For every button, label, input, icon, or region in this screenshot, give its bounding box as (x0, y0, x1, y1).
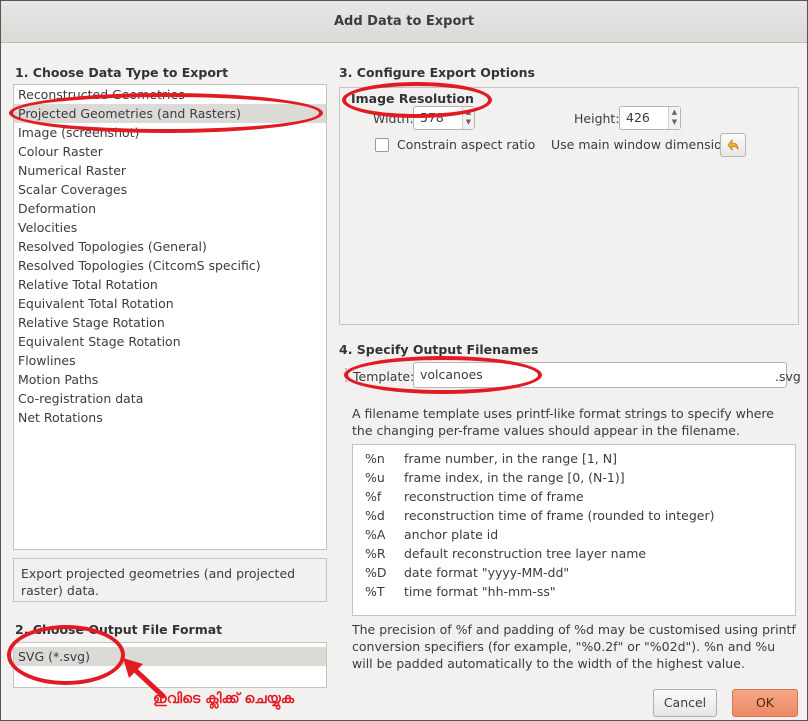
specifier-row: %T time format "hh-mm-ss" (353, 582, 795, 601)
data-type-item[interactable]: Relative Total Rotation (14, 275, 326, 294)
data-type-item[interactable]: Equivalent Total Rotation (14, 294, 326, 313)
main-window-dimensions-label: Use main window dimensions: (551, 137, 741, 152)
data-type-item[interactable]: Motion Paths (14, 370, 326, 389)
file-format-item[interactable]: SVG (*.svg) (14, 647, 326, 666)
data-type-description: Export projected geometries (and project… (13, 558, 327, 602)
specifier-code: %f (365, 489, 382, 504)
height-spinbox[interactable]: 426 ▲ ▼ (619, 106, 681, 130)
data-type-list[interactable]: Reconstructed Geometries Projected Geomet… (13, 84, 327, 550)
specifier-description: frame number, in the range [1, N] (404, 451, 617, 466)
section4-title: 4. Specify Output Filenames (339, 342, 539, 357)
data-type-item[interactable]: Flowlines (14, 351, 326, 370)
specifier-description: anchor plate id (404, 527, 499, 542)
format-specifier-table: %n frame number, in the range [1, N] %u fra… (352, 444, 796, 616)
image-resolution-title: Image Resolution (351, 91, 474, 106)
specifier-description: reconstruction time of frame (404, 489, 584, 504)
precision-note: The precision of %f and padding of %d ma… (352, 622, 796, 671)
data-type-item[interactable]: Colour Raster (14, 142, 326, 161)
template-label: Template: (353, 369, 415, 384)
specifier-row: %D date format "yyyy-MM-dd" (353, 563, 795, 582)
file-format-list[interactable]: SVG (*.svg) (13, 642, 327, 688)
template-extension: .svg (775, 369, 801, 384)
use-main-window-button[interactable] (720, 133, 746, 157)
data-type-item[interactable]: Equivalent Stage Rotation (14, 332, 326, 351)
click-here-annotation: ഇവിടെ ക്ലിക്ക് ചെയ്യുക (153, 691, 295, 707)
export-dialog: Add Data to Export 1. Choose Data Type t… (0, 0, 808, 721)
width-spin-arrows-icon[interactable]: ▲ ▼ (462, 107, 474, 129)
template-value: volcanoes (420, 367, 483, 382)
data-type-item[interactable]: Image (screenshot) (14, 123, 326, 142)
height-spin-arrows-icon[interactable]: ▲ ▼ (668, 107, 680, 129)
specifier-code: %T (365, 584, 385, 599)
data-type-item[interactable]: Net Rotations (14, 408, 326, 427)
specifier-description: frame index, in the range [0, (N-1)] (404, 470, 625, 485)
data-type-item[interactable]: Velocities (14, 218, 326, 237)
data-type-item[interactable]: Relative Stage Rotation (14, 313, 326, 332)
cancel-button[interactable]: Cancel (653, 689, 717, 717)
section2-title: 2. Choose Output File Format (15, 622, 223, 637)
specifier-row: %n frame number, in the range [1, N] (353, 449, 795, 468)
specifier-code: %n (365, 451, 385, 466)
dialog-title: Add Data to Export (1, 1, 807, 43)
data-type-item[interactable]: Numerical Raster (14, 161, 326, 180)
constrain-aspect-label: Constrain aspect ratio (397, 137, 536, 152)
height-value: 426 (626, 110, 650, 125)
height-label: Height: (574, 111, 620, 126)
data-type-item[interactable]: Reconstructed Geometries (14, 85, 326, 104)
cancel-button-label: Cancel (663, 695, 707, 710)
data-type-item[interactable]: Deformation (14, 199, 326, 218)
specifier-code: %A (365, 527, 386, 542)
specifier-code: %R (365, 546, 386, 561)
template-help-text: A filename template uses printf-like for… (352, 406, 774, 438)
drag-grip-icon (344, 367, 348, 383)
specifier-row: %u frame index, in the range [0, (N-1)] (353, 468, 795, 487)
specifier-description: time format "hh-mm-ss" (404, 584, 556, 599)
data-type-item[interactable]: Co-registration data (14, 389, 326, 408)
width-label: Width: (373, 111, 414, 126)
arrow-back-icon (727, 138, 739, 152)
specifier-row: %d reconstruction time of frame (rounded … (353, 506, 795, 525)
section1-title: 1. Choose Data Type to Export (15, 65, 229, 80)
specifier-code: %D (365, 565, 387, 580)
template-input[interactable]: volcanoes (413, 362, 787, 388)
specifier-row: %A anchor plate id (353, 525, 795, 544)
specifier-row: %R default reconstruction tree layer name (353, 544, 795, 563)
specifier-description: reconstruction time of frame (rounded to… (404, 508, 715, 523)
data-type-item[interactable]: Resolved Topologies (CitcomS specific) (14, 256, 326, 275)
constrain-aspect-checkbox[interactable] (375, 138, 389, 152)
ok-button-label: OK (755, 695, 775, 710)
ok-button[interactable]: OK (732, 689, 798, 717)
data-type-item[interactable]: Resolved Topologies (General) (14, 237, 326, 256)
specifier-row: %f reconstruction time of frame (353, 487, 795, 506)
width-spinbox[interactable]: 578 ▲ ▼ (413, 106, 475, 130)
data-type-item[interactable]: Scalar Coverages (14, 180, 326, 199)
data-type-item[interactable]: Projected Geometries (and Rasters) (14, 104, 326, 123)
specifier-code: %u (365, 470, 385, 485)
specifier-description: default reconstruction tree layer name (404, 546, 647, 561)
width-value: 578 (420, 110, 444, 125)
section3-title: 3. Configure Export Options (339, 65, 535, 80)
specifier-description: date format "yyyy-MM-dd" (404, 565, 570, 580)
specifier-code: %d (365, 508, 385, 523)
